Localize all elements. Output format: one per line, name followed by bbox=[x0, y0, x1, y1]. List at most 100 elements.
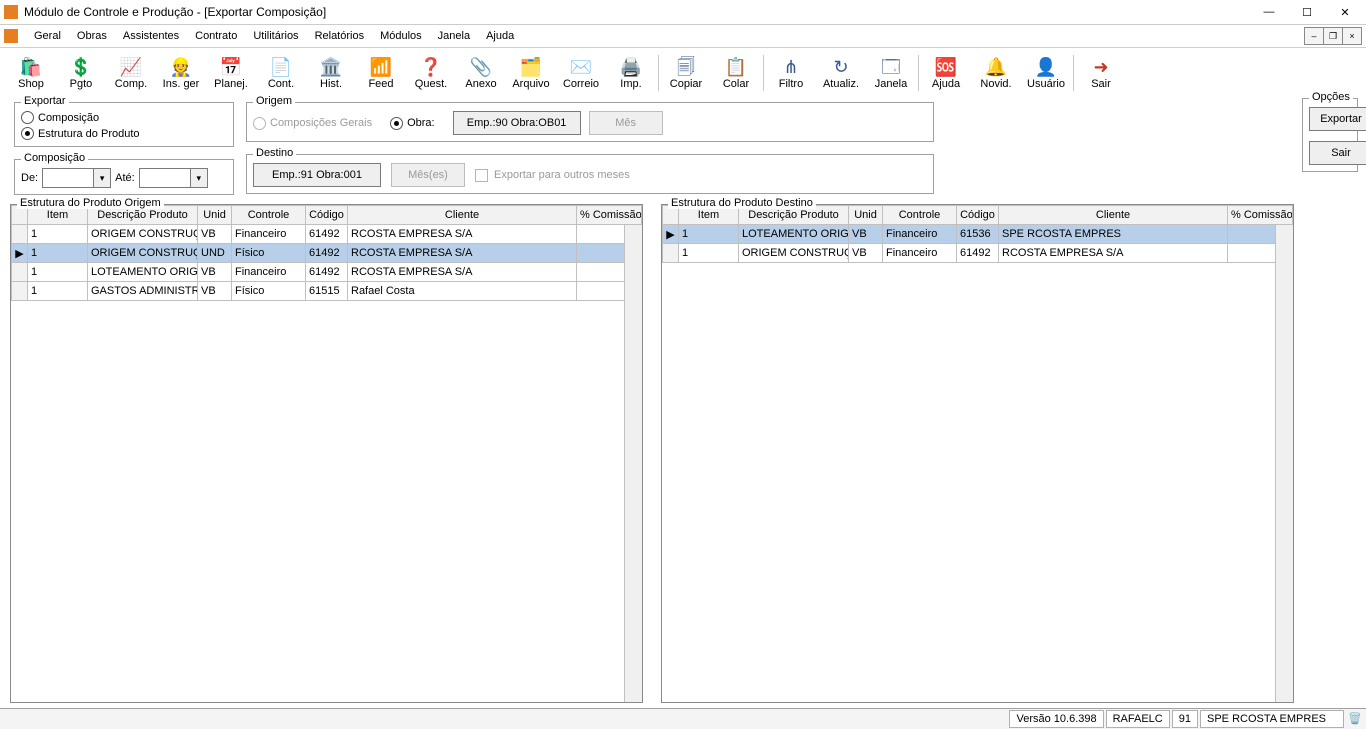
comp-icon: 📈 bbox=[120, 57, 142, 77]
colar-icon: 📋 bbox=[725, 57, 747, 77]
radio-composicao[interactable]: Composição bbox=[21, 111, 99, 124]
toolbar-colar[interactable]: 📋Colar bbox=[711, 52, 761, 94]
exportar-button[interactable]: Exportar bbox=[1309, 107, 1366, 131]
col-header[interactable]: Controle bbox=[232, 206, 306, 225]
col-header[interactable]: % Comissão bbox=[1228, 206, 1293, 225]
toolbar-imp[interactable]: 🖨️Imp. bbox=[606, 52, 656, 94]
cell: ORIGEM CONSTRUÇÃO bbox=[88, 225, 198, 244]
toolbar-pgto[interactable]: 💲Pgto bbox=[56, 52, 106, 94]
menu-obras[interactable]: Obras bbox=[69, 28, 115, 44]
menu-geral[interactable]: Geral bbox=[26, 28, 69, 44]
de-input[interactable] bbox=[42, 168, 93, 188]
cell: Financeiro bbox=[232, 225, 306, 244]
toolbar-arquivo[interactable]: 🗂️Arquivo bbox=[506, 52, 556, 94]
menu-módulos[interactable]: Módulos bbox=[372, 28, 430, 44]
toolbar-planej[interactable]: 📅Planej. bbox=[206, 52, 256, 94]
toolbar-hist[interactable]: 🏛️Hist. bbox=[306, 52, 356, 94]
title-bar: Módulo de Controle e Produção - [Exporta… bbox=[0, 0, 1366, 25]
toolbar-copiar[interactable]: 🗐Copiar bbox=[661, 52, 711, 94]
col-header[interactable]: % Comissão bbox=[577, 206, 642, 225]
filtro-icon: ⋔ bbox=[783, 57, 798, 77]
toolbar-label: Imp. bbox=[620, 78, 641, 90]
toolbar-quest[interactable]: ❓Quest. bbox=[406, 52, 456, 94]
toolbar-correio[interactable]: ✉️Correio bbox=[556, 52, 606, 94]
minimize-button[interactable]: — bbox=[1252, 2, 1286, 22]
row-pointer-icon bbox=[12, 282, 28, 301]
toolbar-atualiz[interactable]: ↻Atualiz. bbox=[816, 52, 866, 94]
toolbar-filtro[interactable]: ⋔Filtro bbox=[766, 52, 816, 94]
menu-ajuda[interactable]: Ajuda bbox=[478, 28, 522, 44]
menu-relatórios[interactable]: Relatórios bbox=[307, 28, 373, 44]
table-origem[interactable]: Estrutura do Produto Origem ItemDescriçã… bbox=[10, 204, 643, 703]
origem-legend: Origem bbox=[253, 95, 295, 107]
menu-utilitários[interactable]: Utilitários bbox=[245, 28, 306, 44]
toolbar-label: Janela bbox=[875, 78, 907, 90]
de-combo[interactable]: ▾ bbox=[42, 168, 111, 188]
arquivo-icon: 🗂️ bbox=[520, 57, 542, 77]
radio-estrutura-produto[interactable]: Estrutura do Produto bbox=[21, 127, 140, 140]
table-row[interactable]: 1ORIGEM CONSTRUÇÃOVBFinanceiro61492RCOST… bbox=[12, 225, 642, 244]
ins-ger-icon: 👷 bbox=[170, 57, 192, 77]
sair-button[interactable]: Sair bbox=[1309, 141, 1366, 165]
menu-janela[interactable]: Janela bbox=[430, 28, 478, 44]
toolbar-sair[interactable]: ➜Sair bbox=[1076, 52, 1126, 94]
scrollbar-vertical[interactable] bbox=[624, 225, 642, 702]
destino-obra-button[interactable]: Emp.:91 Obra:001 bbox=[253, 163, 381, 187]
toolbar-comp[interactable]: 📈Comp. bbox=[106, 52, 156, 94]
col-header[interactable]: Unid bbox=[849, 206, 883, 225]
ate-combo[interactable]: ▾ bbox=[139, 168, 208, 188]
table-destino[interactable]: Estrutura do Produto Destino ItemDescriç… bbox=[661, 204, 1294, 703]
radio-obra[interactable]: Obra: bbox=[390, 117, 435, 130]
menu-contrato[interactable]: Contrato bbox=[187, 28, 245, 44]
status-bar: Versão 10.6.398 RAFAELC 91 SPE RCOSTA EM… bbox=[0, 708, 1366, 729]
scrollbar-vertical[interactable] bbox=[1275, 225, 1293, 702]
toolbar-usuário[interactable]: 👤Usuário bbox=[1021, 52, 1071, 94]
ate-input[interactable] bbox=[139, 168, 190, 188]
col-header[interactable]: Cliente bbox=[999, 206, 1228, 225]
toolbar-anexo[interactable]: 📎Anexo bbox=[456, 52, 506, 94]
table-row[interactable]: 1GASTOS ADMINISTRATVBFísico61515Rafael C… bbox=[12, 282, 642, 301]
radio-composicoes-gerais: Composições Gerais bbox=[253, 117, 372, 130]
toolbar-ins-ger[interactable]: 👷Ins. ger bbox=[156, 52, 206, 94]
col-header[interactable]: Controle bbox=[883, 206, 957, 225]
table-row[interactable]: 1LOTEAMENTO ORIGEMVBFinanceiro61492RCOST… bbox=[12, 263, 642, 282]
table-row[interactable]: ▶1ORIGEM CONSTRUÇÃOUNDFísico61492RCOSTA … bbox=[12, 244, 642, 263]
toolbar-novid[interactable]: 🔔Novid. bbox=[971, 52, 1021, 94]
mdi-minimize-button[interactable]: – bbox=[1304, 27, 1324, 45]
chevron-down-icon[interactable]: ▾ bbox=[190, 168, 208, 188]
toolbar-ajuda[interactable]: 🆘Ajuda bbox=[921, 52, 971, 94]
maximize-button[interactable]: ☐ bbox=[1290, 2, 1324, 22]
cell: 61492 bbox=[306, 225, 348, 244]
sair-icon: ➜ bbox=[1093, 57, 1108, 77]
table-row[interactable]: 1ORIGEM CONSTRUÇÃOVBFinanceiro61492RCOST… bbox=[663, 244, 1293, 263]
toolbar-cont[interactable]: 📄Cont. bbox=[256, 52, 306, 94]
col-header[interactable]: Código bbox=[957, 206, 999, 225]
toolbar-janela[interactable]: 🗔Janela bbox=[866, 52, 916, 94]
cell: UND bbox=[198, 244, 232, 263]
mdi-restore-button[interactable]: ❐ bbox=[1323, 27, 1343, 45]
table-row[interactable]: ▶1LOTEAMENTO ORIGEMVBFinanceiro61536SPE … bbox=[663, 225, 1293, 244]
cell: VB bbox=[198, 263, 232, 282]
toolbar-shop[interactable]: 🛍️Shop bbox=[6, 52, 56, 94]
toolbar-label: Cont. bbox=[268, 78, 294, 90]
menu-assistentes[interactable]: Assistentes bbox=[115, 28, 187, 44]
cell: 1 bbox=[28, 282, 88, 301]
col-header[interactable]: Cliente bbox=[348, 206, 577, 225]
origem-obra-button[interactable]: Emp.:90 Obra:OB01 bbox=[453, 111, 581, 135]
cell: VB bbox=[849, 225, 883, 244]
col-header[interactable]: Unid bbox=[198, 206, 232, 225]
app-icon-small bbox=[4, 29, 18, 43]
cell: Físico bbox=[232, 244, 306, 263]
toolbar-separator bbox=[918, 55, 919, 91]
chevron-down-icon[interactable]: ▾ bbox=[93, 168, 111, 188]
novid-icon: 🔔 bbox=[985, 57, 1007, 77]
toolbar-separator bbox=[763, 55, 764, 91]
close-button[interactable]: ✕ bbox=[1328, 2, 1362, 22]
toolbar-feed[interactable]: 📶Feed bbox=[356, 52, 406, 94]
toolbar-label: Comp. bbox=[115, 78, 147, 90]
pgto-icon: 💲 bbox=[70, 57, 92, 77]
mdi-close-button[interactable]: × bbox=[1342, 27, 1362, 45]
copiar-icon: 🗐 bbox=[677, 57, 695, 77]
trash-icon[interactable]: 🗑️ bbox=[1348, 712, 1362, 726]
col-header[interactable]: Código bbox=[306, 206, 348, 225]
